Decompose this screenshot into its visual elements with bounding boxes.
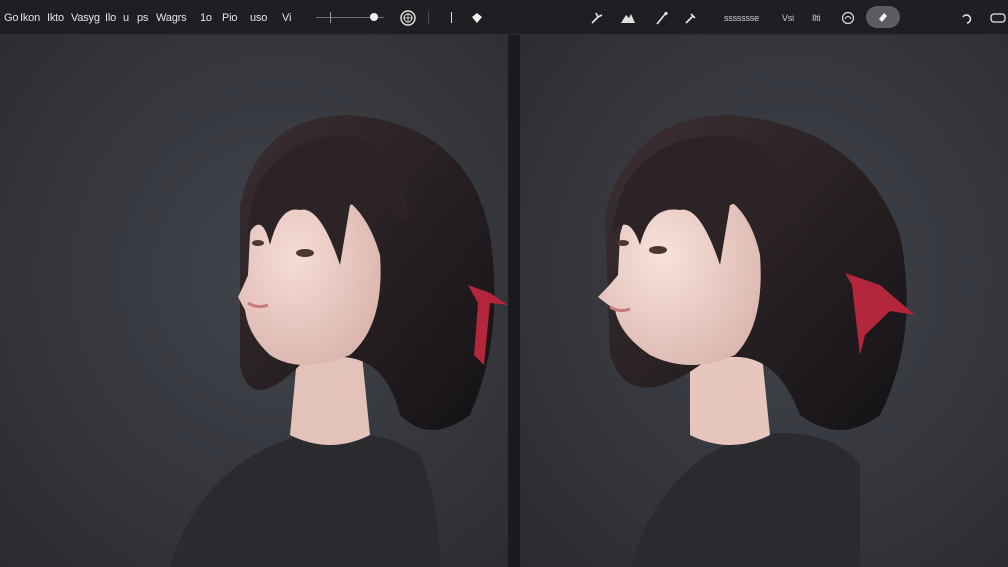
undo-icon[interactable] <box>960 0 974 35</box>
menu-item-label: Vasyg <box>71 11 100 24</box>
menu-item-9[interactable]: uso <box>250 0 267 35</box>
menu-item-4[interactable]: u <box>123 0 129 35</box>
menu-item-1[interactable]: Ikto <box>47 0 64 35</box>
texture-icon[interactable] <box>400 0 416 35</box>
menu-item-8[interactable]: Pio <box>222 0 238 35</box>
brush-library-button[interactable]: ssssssse <box>724 0 759 35</box>
brush-size-slider[interactable] <box>310 0 390 35</box>
menu-item-label: Ikto <box>47 11 64 24</box>
eraser-icon <box>877 11 889 23</box>
selection-icon[interactable] <box>620 0 636 35</box>
magic-wand-icon[interactable] <box>590 0 604 35</box>
menu-item-label: Pio <box>222 11 238 24</box>
slider-knob[interactable] <box>370 13 378 21</box>
smudge-icon[interactable] <box>684 0 698 35</box>
gallery-button[interactable]: Go <box>4 0 18 35</box>
menu-item-label: Ikon <box>20 11 40 24</box>
menu-item-10[interactable]: Vi <box>282 0 291 35</box>
window-icon[interactable] <box>990 0 1006 35</box>
menu-item-0[interactable]: Ikon <box>20 0 40 35</box>
brush-library-label: ssssssse <box>724 12 759 23</box>
modify-button[interactable] <box>451 12 452 23</box>
layer-label: Ilti <box>812 12 821 23</box>
menu-item-label: Vi <box>282 11 292 24</box>
eraser-tool-button[interactable] <box>866 6 900 28</box>
menu-item-label: Wagrs <box>156 11 187 24</box>
layer-button-b[interactable]: Ilti <box>812 0 820 35</box>
menu-item-2[interactable]: Vasyg <box>71 0 100 35</box>
layers-icon[interactable] <box>841 0 855 35</box>
menu-item-3[interactable]: Ilo <box>105 0 116 35</box>
portrait-illustration-left <box>170 115 508 567</box>
separator <box>428 11 429 24</box>
canvas-panel-left[interactable] <box>0 35 508 567</box>
slider-tick <box>330 12 331 23</box>
brush-icon[interactable] <box>655 0 669 35</box>
menu-item-label: u <box>123 11 129 24</box>
menu-item-label: ps <box>137 11 149 24</box>
layer-label: Vsi <box>782 12 794 23</box>
top-toolbar: Go Ikon Ikto Vasyg Ilo u ps Wagrs 1o Pio… <box>0 0 1008 35</box>
canvas-panel-right[interactable] <box>520 35 1008 567</box>
portrait-illustration-right <box>598 115 915 567</box>
panel-divider <box>508 35 520 567</box>
gallery-label: Go <box>4 11 19 24</box>
menu-item-5[interactable]: ps <box>137 0 148 35</box>
layer-button-a[interactable]: Vsi <box>782 0 794 35</box>
menu-item-label: Ilo <box>105 11 117 24</box>
menu-item-6[interactable]: Wagrs <box>156 0 187 35</box>
menu-item-label: 1o <box>200 11 212 24</box>
menu-item-label: uso <box>250 11 268 24</box>
menu-item-7[interactable]: 1o <box>200 0 212 35</box>
color-swatch-icon[interactable] <box>470 0 484 35</box>
canvas-area[interactable] <box>0 35 1008 567</box>
